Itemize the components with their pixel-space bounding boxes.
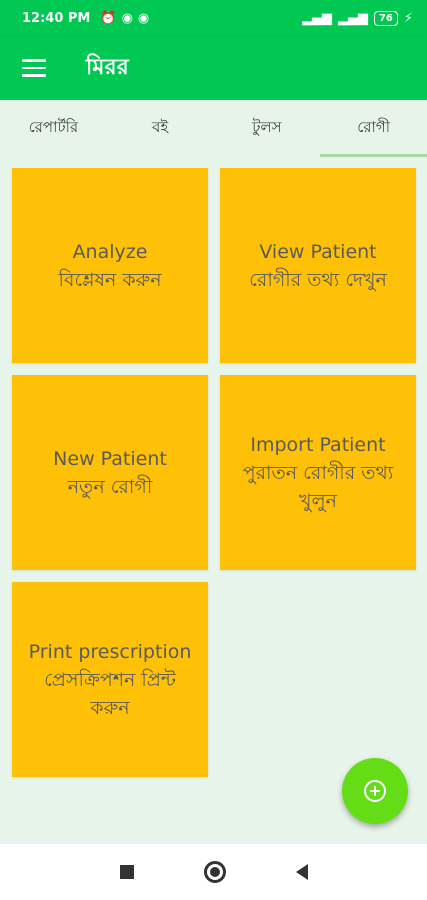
charging-icon: ⚡: [403, 10, 413, 26]
card-title-en: New Patient: [53, 447, 167, 470]
analyze-card[interactable]: Analyze বিশ্লেষন করুন: [12, 168, 208, 363]
card-title-en: Print prescription: [28, 640, 192, 663]
app-notification-icon-2: ◉: [137, 10, 150, 26]
card-title-bn: পুরাতন রোগীর তথ্য খুলুন: [242, 461, 394, 512]
recents-icon[interactable]: [119, 865, 134, 879]
card-title-bn: রোগীর তথ্য দেখুন: [249, 268, 387, 291]
card-title-en: Analyze: [72, 240, 148, 263]
tab-tools[interactable]: টুলস: [214, 100, 321, 157]
back-icon[interactable]: [295, 864, 308, 880]
tab-books[interactable]: বই: [107, 100, 214, 157]
system-nav-bar: [0, 844, 427, 900]
card-title-bn: নতুন রোগী: [67, 475, 153, 498]
notification-icons: ⏰ ◉ ◉: [100, 11, 149, 26]
app-notification-icon: ◉: [121, 10, 133, 26]
add-fab-button[interactable]: +: [342, 758, 408, 824]
battery-icon: 76: [373, 10, 398, 26]
app-bar: মিরর: [0, 36, 427, 100]
tab-bar: রেপার্টরি বই টুলস রোগী: [0, 100, 427, 157]
status-right: ▂▄▆ ▂▄▆ 76 ⚡: [301, 10, 413, 26]
app-title: মিরর: [86, 54, 129, 80]
import-patient-card[interactable]: Import Patient পুরাতন রোগীর তথ্য খুলুন: [220, 375, 416, 570]
view-patient-card[interactable]: View Patient রোগীর তথ্য দেখুন: [220, 168, 416, 363]
status-bar: 12:40 PM ⏰ ◉ ◉ ▂▄▆ ▂▄▆ 76 ⚡: [0, 0, 427, 36]
new-patient-card[interactable]: New Patient নতুন রোগী: [12, 375, 208, 570]
alarm-icon: ⏰: [100, 10, 117, 26]
print-prescription-card[interactable]: Print prescription প্রেসক্রিপশন প্রিন্ট …: [12, 582, 208, 777]
card-title-bn: প্রেসক্রিপশন প্রিন্ট করুন: [44, 668, 176, 719]
add-icon: +: [364, 780, 386, 802]
tab-repertory[interactable]: রেপার্টরি: [0, 100, 107, 157]
card-title-en: View Patient: [259, 240, 377, 263]
signal-icon-2: ▂▄▆: [337, 10, 368, 26]
status-time: 12:40 PM: [22, 10, 91, 26]
home-icon[interactable]: [203, 861, 226, 883]
card-title-en: Import Patient: [250, 433, 386, 456]
card-title-bn: বিশ্লেষন করুন: [58, 268, 162, 291]
tab-patient[interactable]: রোগী: [320, 100, 427, 157]
hamburger-menu-icon[interactable]: [22, 59, 46, 77]
signal-icon: ▂▄▆: [301, 10, 332, 26]
